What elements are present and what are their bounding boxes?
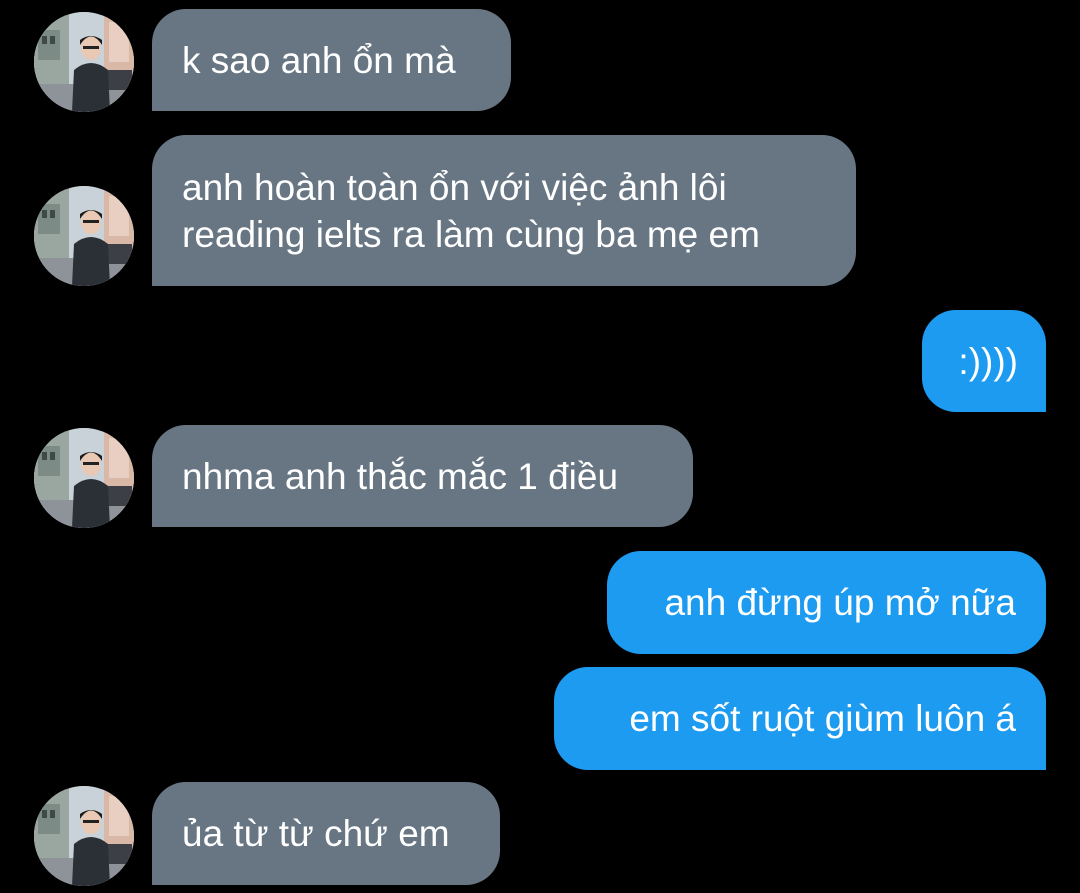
avatar-photo (34, 12, 134, 112)
avatar-photo (34, 786, 134, 886)
message-bubble-outgoing[interactable]: em sốt ruột giùm luôn á (554, 667, 1046, 770)
message-bubble-outgoing[interactable]: anh đừng úp mở nữa (607, 551, 1046, 654)
contact-avatar[interactable] (34, 428, 134, 528)
contact-avatar[interactable] (34, 186, 134, 286)
contact-avatar[interactable] (34, 12, 134, 112)
message-text: ủa từ từ chứ em (182, 813, 450, 854)
contact-avatar[interactable] (34, 786, 134, 886)
message-text: em sốt ruột giùm luôn á (629, 698, 1016, 739)
avatar-photo (34, 186, 134, 286)
avatar-photo (34, 428, 134, 528)
message-text: :)))) (958, 340, 1018, 382)
message-bubble-outgoing[interactable]: :)))) (922, 310, 1046, 412)
message-bubble-incoming[interactable]: anh hoàn toàn ổn với việc ảnh lôi readin… (152, 135, 856, 286)
message-text: k sao anh ổn mà (182, 39, 456, 81)
message-text-line: reading ielts ra làm cùng ba mẹ em (182, 213, 760, 255)
message-text: anh đừng úp mở nữa (664, 582, 1016, 623)
message-text-line: anh hoàn toàn ổn với việc ảnh lôi (182, 166, 727, 208)
message-text: nhma anh thắc mắc 1 điều (182, 455, 619, 497)
message-bubble-incoming[interactable]: k sao anh ổn mà (152, 9, 511, 111)
message-bubble-incoming[interactable]: nhma anh thắc mắc 1 điều (152, 425, 693, 527)
message-bubble-incoming[interactable]: ủa từ từ chứ em (152, 782, 500, 885)
